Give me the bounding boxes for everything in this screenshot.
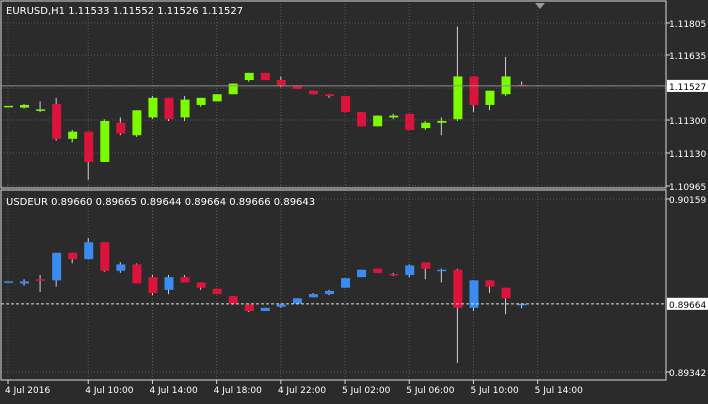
- main-symbol-title: EURUSD,H1 1.11533 1.11552 1.11526 1.1152…: [6, 6, 243, 17]
- bull-candle[interactable]: [501, 76, 511, 95]
- bull-candle[interactable]: [20, 104, 30, 108]
- bear-candle[interactable]: [325, 94, 334, 97]
- time-tick-label: 4 Jul 2016: [5, 386, 50, 396]
- main-price-pane[interactable]: EURUSD,H1 1.11533 1.11552 1.11526 1.1152…: [0, 0, 708, 193]
- bear-candle[interactable]: [421, 262, 431, 269]
- current-price-label: 1.11527: [669, 83, 706, 93]
- bear-candle[interactable]: [212, 288, 222, 295]
- bear-candle[interactable]: [276, 80, 286, 86]
- bear-candle[interactable]: [84, 131, 94, 162]
- time-tick-label: 4 Jul 22:00: [278, 386, 327, 396]
- bear-candle[interactable]: [52, 104, 62, 139]
- bear-candle[interactable]: [116, 122, 126, 134]
- bear-candle[interactable]: [196, 282, 206, 288]
- bear-candle[interactable]: [132, 264, 142, 284]
- price-tick-label: 1.11805: [669, 20, 706, 30]
- bull-candle[interactable]: [100, 120, 110, 162]
- time-tick-label: 4 Jul 18:00: [214, 386, 263, 396]
- indicator-price-axis[interactable]: 0.90159 0.89342 0.89664: [666, 196, 708, 379]
- bull-candle[interactable]: [52, 252, 62, 281]
- time-tick-label: 5 Jul 06:00: [406, 386, 455, 396]
- bear-candle[interactable]: [148, 277, 158, 294]
- chart-canvas[interactable]: EURUSD,H1 1.11533 1.11552 1.11526 1.1152…: [0, 0, 708, 400]
- time-tick-label: 4 Jul 10:00: [85, 386, 134, 396]
- indicator-pane[interactable]: USDEUR 0.89660 0.89665 0.89644 0.89664 0…: [0, 189, 708, 381]
- bear-candle[interactable]: [405, 113, 415, 130]
- bull-candle[interactable]: [389, 115, 399, 118]
- bull-candle[interactable]: [292, 298, 302, 304]
- bull-candle[interactable]: [148, 97, 158, 118]
- bear-candle[interactable]: [100, 242, 110, 271]
- bull-candle[interactable]: [373, 115, 383, 127]
- price-tick-label: 1.11130: [669, 150, 706, 160]
- price-tick-label: 1.11635: [669, 52, 706, 62]
- indicator-candles: [4, 237, 527, 363]
- bull-candle[interactable]: [421, 122, 431, 129]
- bull-candle[interactable]: [196, 97, 206, 105]
- bull-candle[interactable]: [228, 83, 238, 95]
- main-price-axis[interactable]: 1.118051.116351.114701.113001.111301.109…: [666, 20, 708, 193]
- bull-candle[interactable]: [437, 269, 447, 272]
- bear-candle[interactable]: [453, 269, 463, 308]
- bull-candle[interactable]: [4, 281, 13, 283]
- bull-candle[interactable]: [308, 294, 318, 298]
- bear-candle[interactable]: [308, 90, 318, 95]
- bear-candle[interactable]: [469, 76, 479, 105]
- bear-candle[interactable]: [228, 296, 238, 304]
- bull-candle[interactable]: [84, 242, 94, 260]
- indicator-symbol-title: USDEUR 0.89660 0.89665 0.89644 0.89664 0…: [6, 197, 315, 208]
- main-candles: [4, 26, 527, 180]
- bear-candle[interactable]: [180, 277, 190, 283]
- bear-candle[interactable]: [501, 287, 511, 299]
- time-tick-label: 5 Jul 10:00: [470, 386, 519, 396]
- bear-candle[interactable]: [389, 273, 399, 276]
- time-axis[interactable]: 4 Jul 2016 4 Jul 10:00 4 Jul 14:00 4 Jul 18…: [5, 380, 583, 396]
- metatrader-chart-window: EURUSD,H1 1.11533 1.11552 1.11526 1.1152…: [0, 0, 708, 400]
- price-tick-label: 0.90159: [669, 196, 706, 206]
- bull-candle[interactable]: [132, 110, 142, 136]
- bear-candle[interactable]: [164, 97, 174, 120]
- bull-candle[interactable]: [36, 109, 46, 111]
- bull-candle[interactable]: [357, 269, 367, 278]
- price-tick-label: 1.11300: [669, 117, 706, 127]
- bull-candle[interactable]: [325, 290, 334, 295]
- bear-candle[interactable]: [373, 268, 383, 273]
- time-tick-label: 4 Jul 14:00: [149, 386, 198, 396]
- bear-candle[interactable]: [485, 280, 495, 287]
- bull-candle[interactable]: [212, 94, 222, 102]
- bull-candle[interactable]: [164, 277, 174, 290]
- bull-candle[interactable]: [4, 105, 13, 108]
- bear-candle[interactable]: [357, 112, 367, 127]
- bear-candle[interactable]: [36, 279, 46, 281]
- bear-candle[interactable]: [244, 304, 254, 312]
- bear-candle[interactable]: [260, 72, 270, 81]
- bull-candle[interactable]: [437, 120, 447, 123]
- bull-candle[interactable]: [260, 307, 270, 312]
- bull-candle[interactable]: [180, 99, 190, 118]
- triangle-down-icon[interactable]: [535, 3, 545, 9]
- time-tick-label: 5 Jul 14:00: [535, 386, 584, 396]
- bear-candle[interactable]: [341, 96, 351, 113]
- bull-candle[interactable]: [276, 304, 286, 307]
- bear-candle[interactable]: [68, 252, 78, 260]
- bull-candle[interactable]: [20, 281, 30, 284]
- bull-candle[interactable]: [341, 278, 351, 288]
- time-tick-label: 5 Jul 02:00: [342, 386, 391, 396]
- bull-candle[interactable]: [244, 72, 254, 81]
- price-tick-label: 0.89342: [669, 369, 706, 379]
- bull-candle[interactable]: [485, 90, 495, 105]
- bull-candle[interactable]: [116, 264, 126, 271]
- price-tick-label: 1.10965: [669, 183, 706, 193]
- bull-candle[interactable]: [68, 131, 78, 139]
- bull-candle[interactable]: [453, 76, 463, 120]
- indicator-pane-frame: [0, 189, 667, 381]
- indicator-grid: [1, 190, 666, 380]
- current-price-label: 0.89664: [669, 301, 706, 311]
- bull-candle[interactable]: [405, 265, 415, 276]
